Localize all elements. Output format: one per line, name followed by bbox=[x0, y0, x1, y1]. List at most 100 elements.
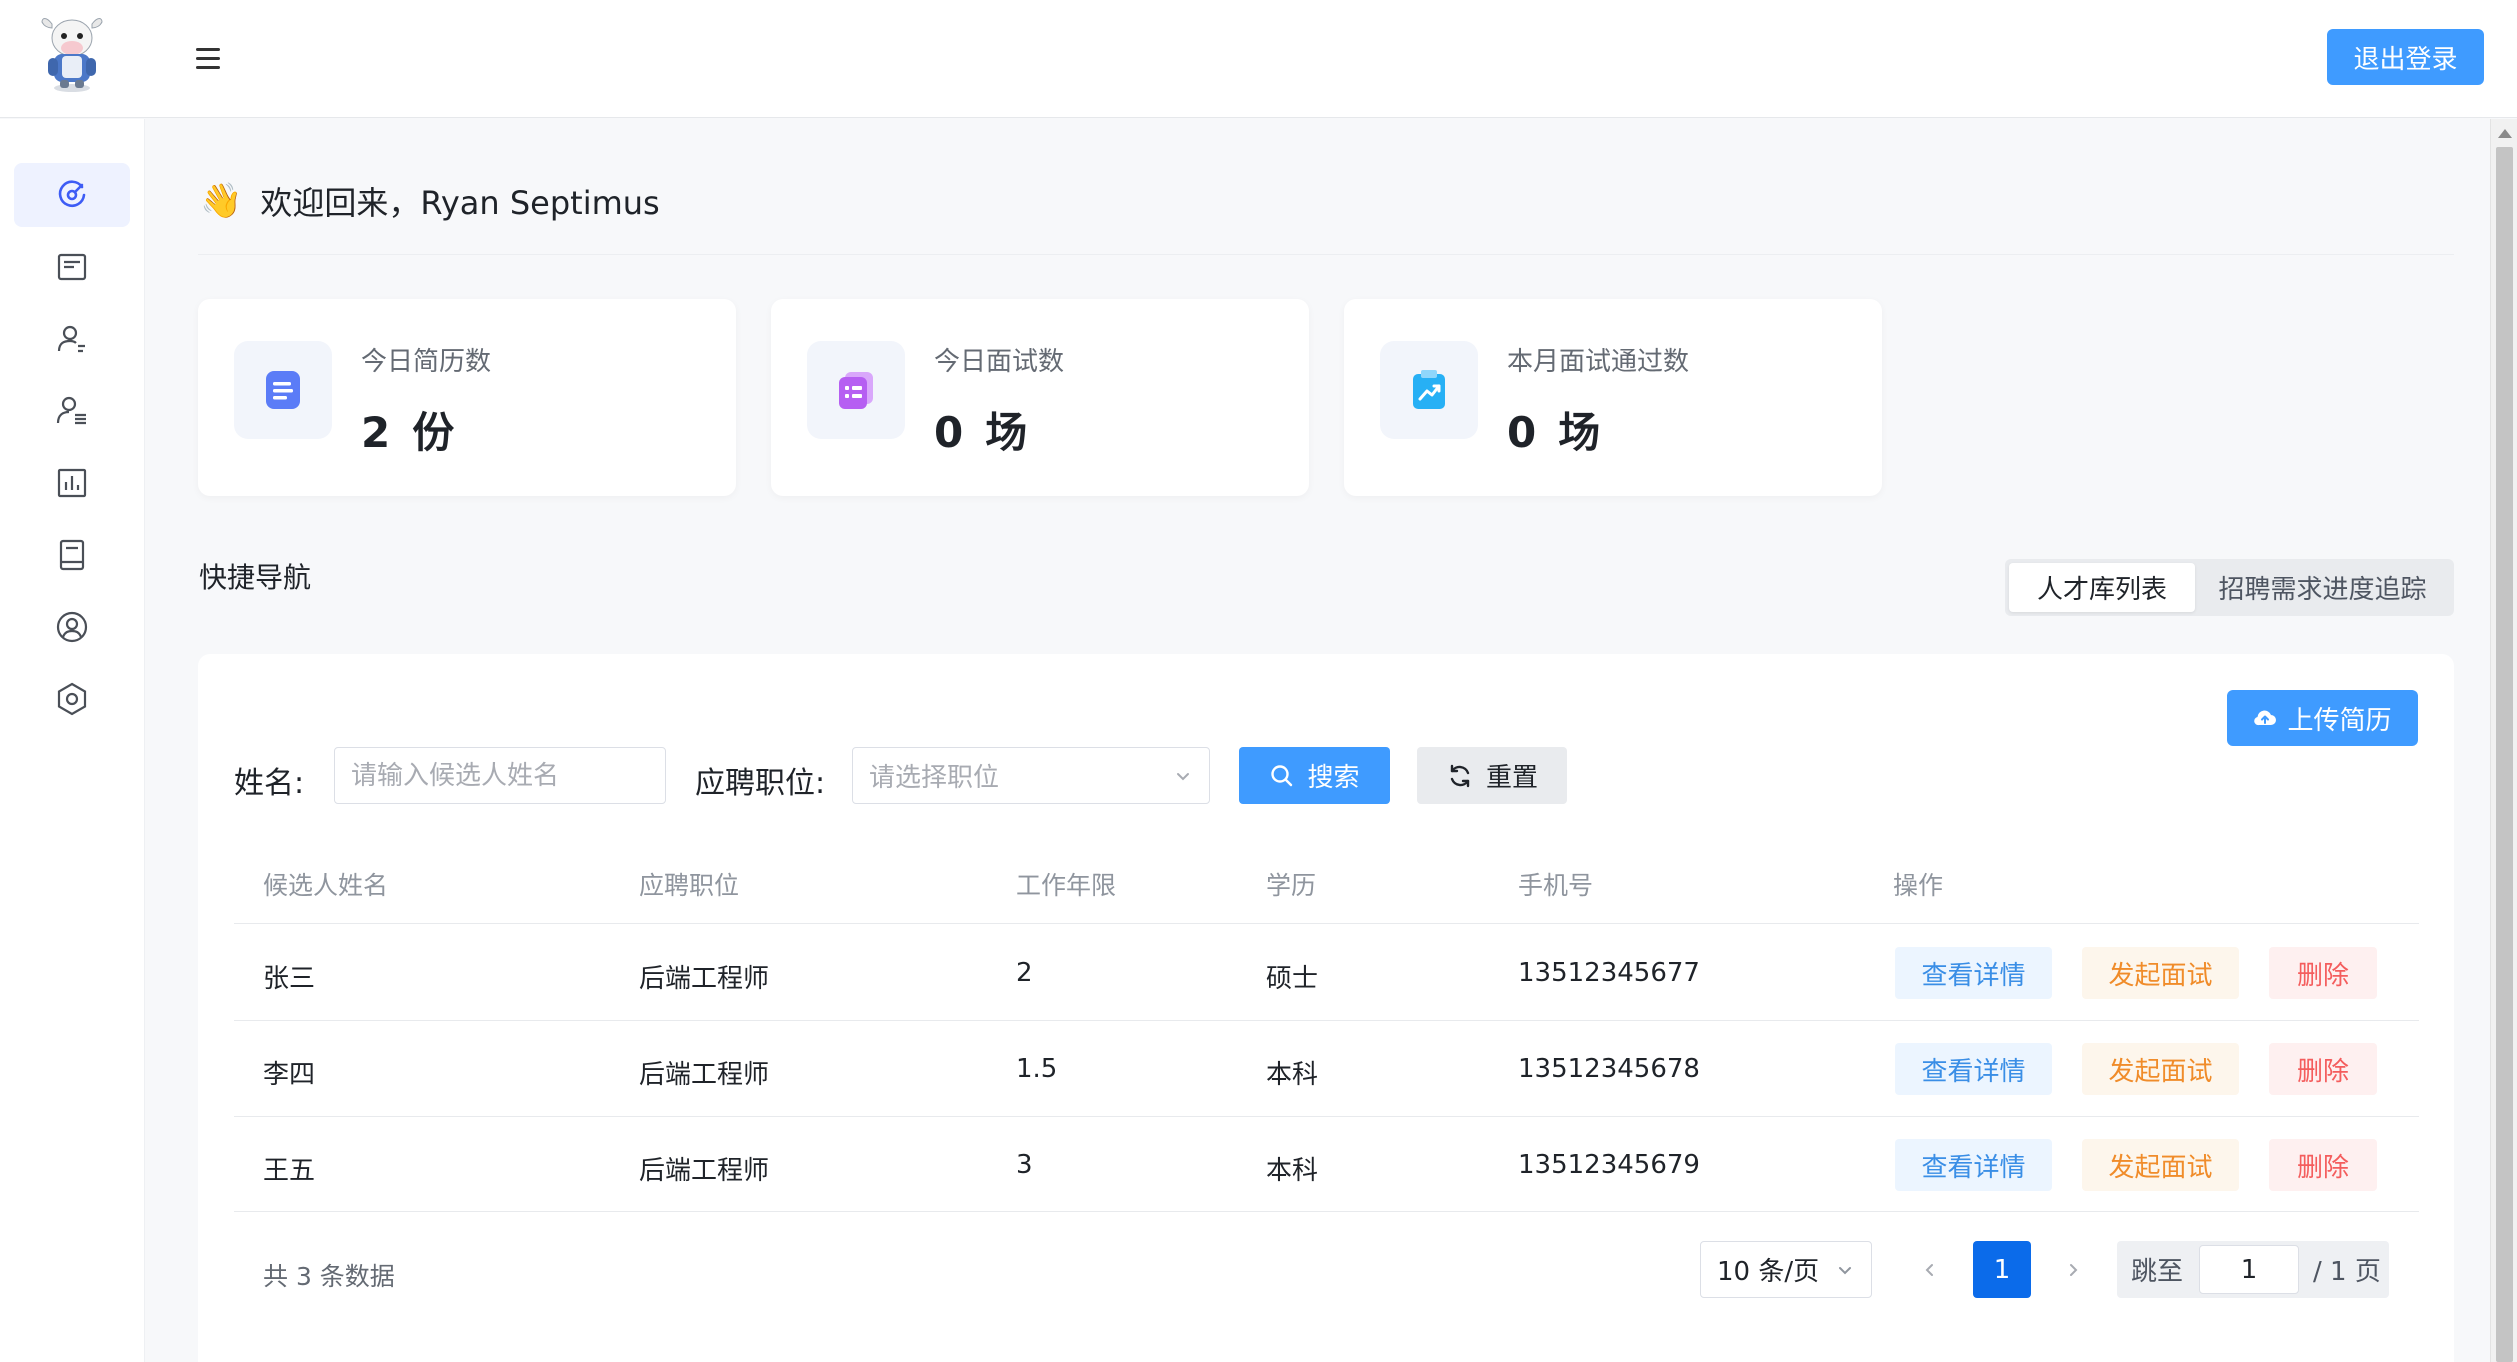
tab-recruitment-progress[interactable]: 招聘需求进度追踪 bbox=[2195, 563, 2450, 612]
stat-icon-container bbox=[234, 341, 332, 439]
cell-years: 1.5 bbox=[1016, 1054, 1058, 1084]
page-size-select[interactable]: 10 条/页 bbox=[1700, 1241, 1872, 1298]
stat-label: 今日面试数 bbox=[934, 347, 1065, 377]
start-interview-button[interactable]: 发起面试 bbox=[2082, 1139, 2239, 1191]
stat-number: 0 bbox=[934, 408, 964, 457]
page-number-current[interactable]: 1 bbox=[1973, 1241, 2031, 1298]
sidebar-item-book[interactable] bbox=[14, 523, 130, 587]
cell-name: 张三 bbox=[263, 964, 316, 994]
cell-degree: 硕士 bbox=[1266, 964, 1319, 994]
view-details-button[interactable]: 查看详情 bbox=[1895, 1043, 2052, 1095]
prev-page-button[interactable] bbox=[1910, 1241, 1950, 1298]
start-interview-button[interactable]: 发起面试 bbox=[2082, 947, 2239, 999]
stat-value: 0 场 bbox=[1507, 399, 1600, 460]
job-select-placeholder: 请选择职位 bbox=[869, 763, 1000, 793]
delete-button[interactable]: 删除 bbox=[2269, 947, 2377, 999]
logout-button[interactable]: 退出登录 bbox=[2327, 29, 2484, 85]
quick-nav-segmented-control: 人才库列表 招聘需求进度追踪 bbox=[2005, 559, 2454, 616]
tab-talent-pool[interactable]: 人才库列表 bbox=[2009, 563, 2195, 612]
sidebar bbox=[0, 119, 145, 1362]
stat-unit: 份 bbox=[412, 408, 455, 457]
stat-number: 0 bbox=[1507, 408, 1537, 457]
chevron-right-icon bbox=[2070, 1263, 2078, 1276]
wave-emoji: 👋 bbox=[200, 181, 243, 221]
trend-clipboard-icon bbox=[1413, 370, 1445, 409]
page-size-value: 10 条/页 bbox=[1717, 1257, 1820, 1287]
book-icon bbox=[59, 539, 85, 571]
candidate-icon bbox=[57, 325, 85, 353]
stat-unit: 场 bbox=[1558, 408, 1601, 457]
table-divider bbox=[234, 1211, 2419, 1212]
upload-resume-button[interactable]: 上传简历 bbox=[2227, 690, 2418, 746]
cell-phone: 13512345679 bbox=[1518, 1150, 1700, 1180]
stat-label: 本月面试通过数 bbox=[1507, 347, 1690, 377]
view-details-button[interactable]: 查看详情 bbox=[1895, 947, 2052, 999]
chevron-down-icon bbox=[1839, 1266, 1851, 1274]
document-icon bbox=[57, 253, 87, 281]
cell-job: 后端工程师 bbox=[639, 964, 770, 994]
sidebar-item-profile[interactable] bbox=[14, 595, 130, 659]
sidebar-item-user-list[interactable] bbox=[14, 379, 130, 443]
column-header-degree: 学历 bbox=[1266, 871, 1317, 900]
dashboard-icon bbox=[58, 180, 86, 208]
refresh-icon bbox=[1450, 764, 1470, 787]
sidebar-item-dashboard[interactable] bbox=[14, 163, 130, 227]
bar-chart-icon bbox=[57, 468, 87, 498]
chevron-left-icon bbox=[1925, 1263, 1933, 1276]
upload-resume-label: 上传简历 bbox=[2287, 705, 2392, 736]
divider bbox=[198, 254, 2454, 255]
menu-toggle-icon[interactable] bbox=[190, 40, 226, 76]
cell-name: 王五 bbox=[263, 1156, 316, 1186]
column-header-phone: 手机号 bbox=[1518, 871, 1594, 900]
page-jumper: 跳至 / 1 页 bbox=[2117, 1241, 2389, 1298]
scroll-thumb[interactable] bbox=[2496, 147, 2513, 1362]
scroll-up-arrow-icon[interactable] bbox=[2498, 129, 2512, 138]
start-interview-button[interactable]: 发起面试 bbox=[2082, 1043, 2239, 1095]
search-button[interactable]: 搜索 bbox=[1239, 747, 1390, 804]
user-circle-icon bbox=[56, 611, 88, 643]
stat-number: 2 bbox=[361, 408, 391, 457]
total-count: 共 3 条数据 bbox=[263, 1262, 395, 1291]
column-header-job: 应聘职位 bbox=[639, 871, 740, 900]
table-divider bbox=[234, 1116, 2419, 1117]
quick-nav-title: 快捷导航 bbox=[199, 561, 312, 594]
stat-icon-container bbox=[807, 341, 905, 439]
cow-mascot-logo[interactable] bbox=[36, 10, 108, 94]
page-scrollbar[interactable] bbox=[2490, 119, 2517, 1362]
stat-card-monthly-passed: 本月面试通过数 0 场 bbox=[1344, 299, 1882, 496]
column-header-name: 候选人姓名 bbox=[263, 871, 389, 900]
cell-years: 2 bbox=[1016, 958, 1033, 988]
search-icon bbox=[1271, 764, 1293, 786]
sidebar-item-documents[interactable] bbox=[14, 235, 130, 299]
stat-unit: 场 bbox=[985, 408, 1028, 457]
resume-icon bbox=[266, 371, 300, 409]
sidebar-item-settings[interactable] bbox=[14, 667, 130, 731]
jump-to-label: 跳至 bbox=[2131, 1257, 2184, 1287]
cell-phone: 13512345678 bbox=[1518, 1054, 1700, 1084]
jump-page-input[interactable] bbox=[2199, 1245, 2300, 1294]
view-details-button[interactable]: 查看详情 bbox=[1895, 1139, 2052, 1191]
stat-icon-container bbox=[1380, 341, 1478, 439]
welcome-text: 欢迎回来，Ryan Septimus bbox=[260, 184, 660, 222]
user-list-icon bbox=[56, 396, 86, 425]
job-filter-label: 应聘职位: bbox=[695, 766, 826, 801]
delete-button[interactable]: 删除 bbox=[2269, 1043, 2377, 1095]
sidebar-item-candidates[interactable] bbox=[14, 307, 130, 371]
top-header: 退出登录 bbox=[0, 0, 2517, 118]
delete-button[interactable]: 删除 bbox=[2269, 1139, 2377, 1191]
stat-value: 0 场 bbox=[934, 399, 1027, 460]
next-page-button[interactable] bbox=[2053, 1241, 2093, 1298]
table-divider bbox=[234, 923, 2419, 924]
welcome-banner: 👋 欢迎回来，Ryan Septimus bbox=[200, 176, 660, 226]
job-position-select[interactable]: 请选择职位 bbox=[852, 747, 1210, 804]
stat-label: 今日简历数 bbox=[361, 347, 492, 377]
cloud-upload-icon bbox=[2254, 710, 2277, 726]
sidebar-item-statistics[interactable] bbox=[14, 451, 130, 515]
stat-card-resumes: 今日简历数 2 份 bbox=[198, 299, 736, 496]
settings-hexagon-icon bbox=[57, 682, 87, 716]
reset-button[interactable]: 重置 bbox=[1417, 747, 1567, 804]
cell-degree: 本科 bbox=[1266, 1060, 1319, 1090]
stat-value: 2 份 bbox=[361, 399, 454, 460]
candidate-name-input[interactable] bbox=[334, 747, 666, 804]
column-header-actions: 操作 bbox=[1893, 871, 1944, 900]
